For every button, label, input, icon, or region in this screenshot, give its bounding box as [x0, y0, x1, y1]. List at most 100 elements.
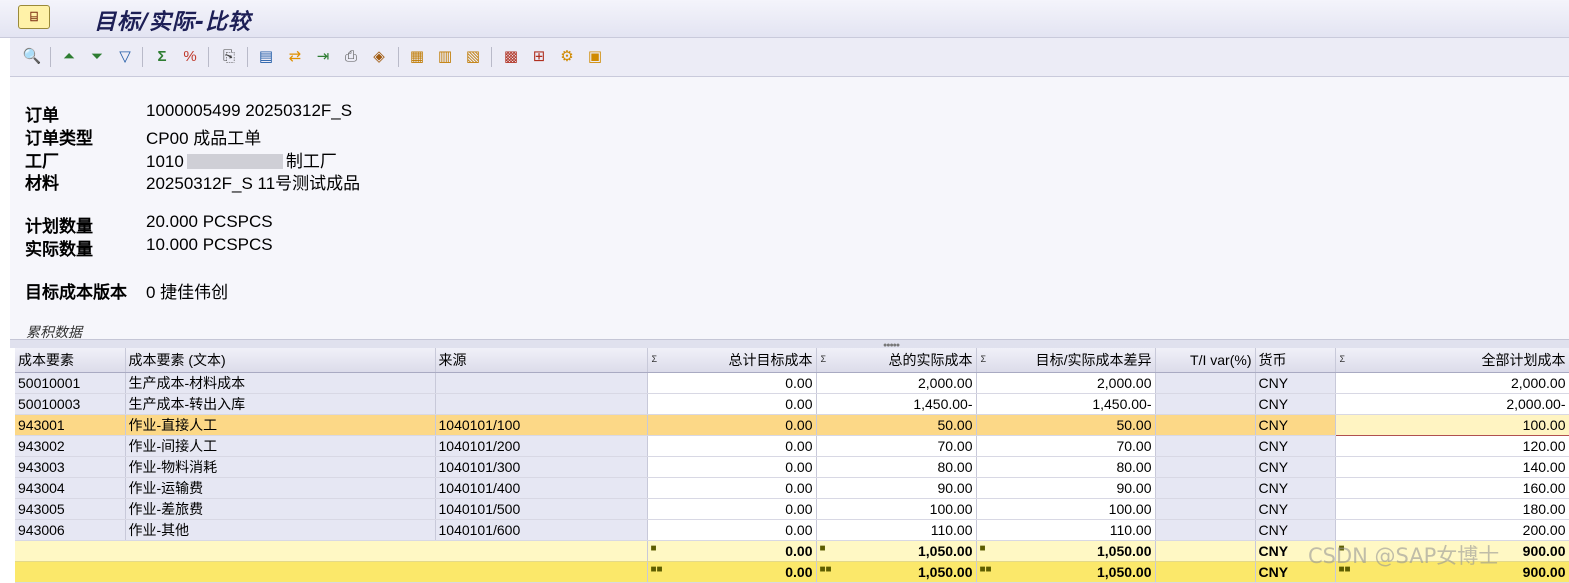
grand-total-actual[interactable]: ■■ 1,050.00: [816, 561, 977, 583]
cell-total-actual[interactable]: 100.00: [816, 498, 977, 520]
details-icon[interactable]: ⎘: [219, 46, 239, 66]
sort-descending-icon[interactable]: ⏷: [87, 46, 107, 66]
col-cost-element-text[interactable]: 成本要素 (文本): [125, 348, 436, 373]
cell-currency[interactable]: CNY: [1255, 498, 1336, 520]
cell-cost-element-text[interactable]: 生产成本-材料成本: [125, 372, 436, 394]
splitter-handle[interactable]: ●●●●●: [10, 339, 1569, 349]
cell-total-target[interactable]: 0.00: [647, 393, 817, 415]
cell-cost-element[interactable]: 943002: [15, 435, 126, 457]
cell-total-actual[interactable]: 2,000.00: [816, 372, 977, 394]
cell-ti-var[interactable]: [1155, 435, 1256, 457]
cell-total-plan[interactable]: 180.00: [1335, 498, 1569, 520]
sort-ascending-icon[interactable]: ⏶: [59, 46, 79, 66]
table-row[interactable]: 50010001 生产成本-材料成本 0.00 2,000.00 2,000.00 CNY…: [15, 372, 1569, 394]
cell-currency[interactable]: CNY: [1255, 456, 1336, 478]
cell-ti-var[interactable]: [1155, 519, 1256, 541]
table-row[interactable]: 943006 作业-其他 1040101/600 0.00 110.00 110.00 CN…: [15, 519, 1569, 541]
cell-origin[interactable]: 1040101/500: [435, 498, 648, 520]
cell-total-actual[interactable]: 90.00: [816, 477, 977, 499]
cell-total-plan[interactable]: 140.00: [1335, 456, 1569, 478]
cell-total-target[interactable]: 0.00: [647, 372, 817, 394]
cell-total-actual[interactable]: 110.00: [816, 519, 977, 541]
find-icon[interactable]: 🔍: [22, 46, 42, 66]
grand-total-plan[interactable]: ■■ 900.00: [1335, 561, 1569, 583]
cell-total-plan[interactable]: 160.00: [1335, 477, 1569, 499]
cell-total-plan[interactable]: 200.00: [1335, 519, 1569, 541]
cell-total-target[interactable]: 0.00: [647, 477, 817, 499]
table-row[interactable]: 943004 作业-运输费 1040101/400 0.00 90.00 90.00 CNY…: [15, 477, 1569, 499]
cell-total-plan[interactable]: 2,000.00: [1335, 372, 1569, 394]
cell-total-actual[interactable]: 80.00: [816, 456, 977, 478]
cell-origin[interactable]: 1040101/100: [435, 414, 648, 436]
cell-variance[interactable]: 110.00: [976, 519, 1156, 541]
cell-cost-element[interactable]: 943005: [15, 498, 126, 520]
cell-ti-var[interactable]: [1155, 477, 1256, 499]
cell-origin[interactable]: 1040101/200: [435, 435, 648, 457]
cell-cost-element-text[interactable]: 作业-其他: [125, 519, 436, 541]
grand-total-target[interactable]: ■■ 0.00: [647, 561, 817, 583]
subtotal-plan[interactable]: ■ 900.00: [1335, 540, 1569, 562]
cell-ti-var[interactable]: [1155, 372, 1256, 394]
col-ti-var[interactable]: T/I var(%): [1155, 348, 1256, 373]
cell-total-plan[interactable]: 2,000.00-: [1335, 393, 1569, 415]
cell-cost-element-text[interactable]: 生产成本-转出入库: [125, 393, 436, 415]
cell-variance[interactable]: 1,450.00-: [976, 393, 1156, 415]
cell-ti-var[interactable]: [1155, 456, 1256, 478]
subtotal-target[interactable]: ■ 0.00: [647, 540, 817, 562]
cell-total-target[interactable]: 0.00: [647, 498, 817, 520]
cell-total-plan[interactable]: 100.00: [1334, 414, 1569, 436]
local-file-icon[interactable]: ⇥: [313, 46, 333, 66]
cell-cost-element-text[interactable]: 作业-物料消耗: [125, 456, 436, 478]
cell-total-actual[interactable]: 50.00: [816, 414, 977, 436]
subtotal-variance[interactable]: ■ 1,050.00: [976, 540, 1156, 562]
cell-cost-element[interactable]: 943003: [15, 456, 126, 478]
cell-cost-element[interactable]: 943001: [15, 414, 126, 436]
table-row[interactable]: 943002 作业-间接人工 1040101/200 0.00 70.00 70.00 CN…: [15, 435, 1569, 457]
cell-origin[interactable]: [435, 393, 648, 415]
app-menu-icon[interactable]: ⌸: [18, 5, 50, 29]
cell-cost-element[interactable]: 943004: [15, 477, 126, 499]
grand-total-variance[interactable]: ■■ 1,050.00: [976, 561, 1156, 583]
col-total-plan[interactable]: Σ 全部计划成本: [1335, 348, 1569, 373]
cell-variance[interactable]: 80.00: [976, 456, 1156, 478]
cell-cost-element[interactable]: 943006: [15, 519, 126, 541]
cell-total-actual[interactable]: 1,450.00-: [816, 393, 977, 415]
col-currency[interactable]: 货币: [1255, 348, 1336, 373]
cell-cost-element[interactable]: 50010003: [15, 393, 126, 415]
graphic-icon[interactable]: ◈: [369, 46, 389, 66]
col-total-target[interactable]: Σ 总计目标成本: [647, 348, 817, 373]
cell-variance[interactable]: 90.00: [976, 477, 1156, 499]
col-variance[interactable]: Σ 目标/实际成本差异: [976, 348, 1156, 373]
cell-total-target[interactable]: 0.00: [647, 435, 817, 457]
subtotal-actual[interactable]: ■ 1,050.00: [816, 540, 977, 562]
cell-variance[interactable]: 50.00: [976, 414, 1156, 436]
cost-element-icon[interactable]: ▩: [501, 46, 521, 66]
cell-currency[interactable]: CNY: [1255, 435, 1336, 457]
variances-icon[interactable]: ▣: [585, 46, 605, 66]
cell-total-actual[interactable]: 70.00: [816, 435, 977, 457]
cell-origin[interactable]: 1040101/600: [435, 519, 648, 541]
subtotal-icon[interactable]: %: [180, 46, 200, 66]
cell-origin[interactable]: 1040101/400: [435, 477, 648, 499]
cell-currency[interactable]: CNY: [1255, 414, 1336, 436]
save-layout-icon[interactable]: ▧: [463, 46, 483, 66]
cell-total-target[interactable]: 0.00: [647, 414, 817, 436]
cell-cost-element-text[interactable]: 作业-间接人工: [125, 435, 436, 457]
cell-total-plan[interactable]: 120.00: [1335, 435, 1569, 457]
select-layout-icon[interactable]: ▥: [435, 46, 455, 66]
settings-icon[interactable]: ⚙: [557, 46, 577, 66]
col-origin[interactable]: 来源: [435, 348, 648, 373]
print-preview-icon[interactable]: ⎙: [341, 46, 361, 66]
cell-currency[interactable]: CNY: [1255, 372, 1336, 394]
cell-total-target[interactable]: 0.00: [647, 456, 817, 478]
cell-currency[interactable]: CNY: [1255, 519, 1336, 541]
cell-currency[interactable]: CNY: [1255, 477, 1336, 499]
cell-cost-element-text[interactable]: 作业-直接人工: [125, 414, 436, 436]
export-excel-icon[interactable]: ▤: [256, 46, 276, 66]
structure-icon[interactable]: ⊞: [529, 46, 549, 66]
filter-icon[interactable]: ▽: [115, 46, 135, 66]
cell-ti-var[interactable]: [1155, 393, 1256, 415]
cell-variance[interactable]: 100.00: [976, 498, 1156, 520]
cell-origin[interactable]: 1040101/300: [435, 456, 648, 478]
cell-total-target[interactable]: 0.00: [647, 519, 817, 541]
